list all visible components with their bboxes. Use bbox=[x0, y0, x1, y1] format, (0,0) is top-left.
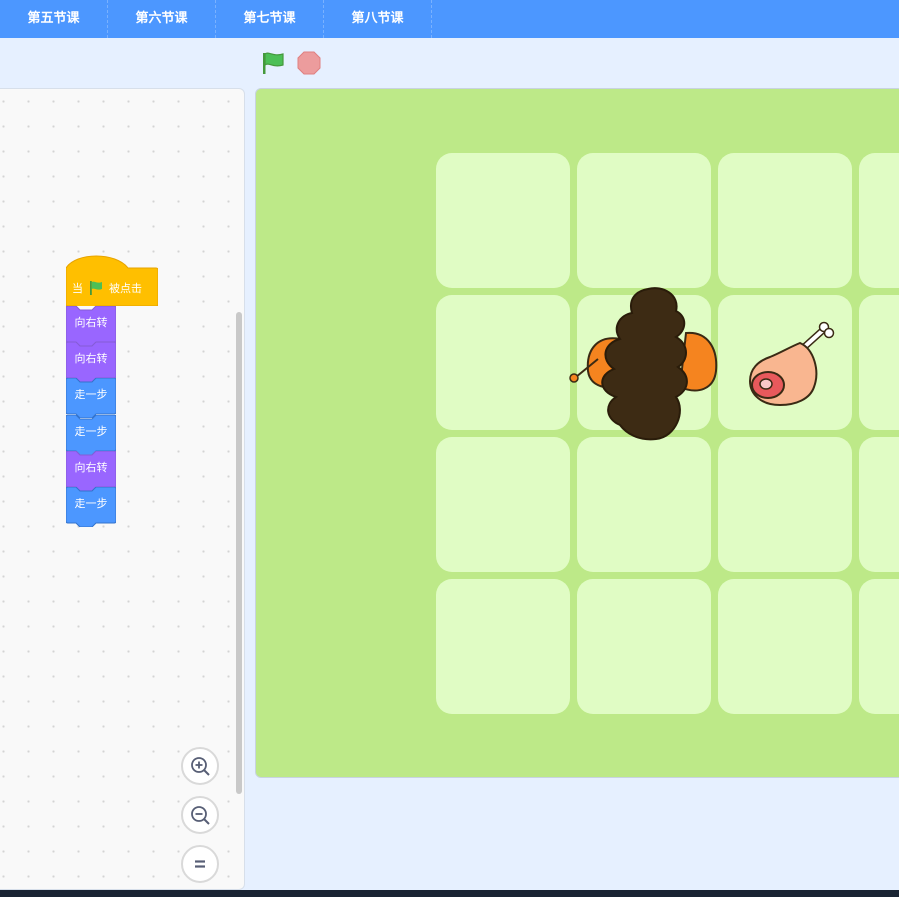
turn-right-block[interactable]: 向右转 bbox=[66, 342, 116, 382]
green-flag-icon bbox=[263, 52, 284, 74]
grid-tile bbox=[718, 437, 852, 572]
tab-lesson-5[interactable]: 第五节课 bbox=[0, 0, 108, 38]
zoom-reset-button[interactable] bbox=[181, 845, 219, 883]
block-label: 向右转 bbox=[74, 461, 108, 474]
block-label: 向右转 bbox=[74, 352, 108, 365]
turn-right-block[interactable]: 向右转 bbox=[66, 306, 116, 346]
grid-tile bbox=[718, 579, 852, 714]
grid-tile bbox=[577, 153, 711, 288]
workspace-scrollbar[interactable] bbox=[236, 312, 242, 794]
move-one-step-block[interactable]: 走一步 bbox=[66, 378, 116, 418]
grid-tile bbox=[859, 579, 899, 714]
lesson-tab-bar: 第五节课 第六节课 第七节课 第八节课 bbox=[0, 0, 899, 38]
tab-lesson-7[interactable]: 第七节课 bbox=[216, 0, 324, 38]
grid-tile bbox=[859, 153, 899, 288]
grid-tile bbox=[577, 437, 711, 572]
block-label: 向右转 bbox=[74, 316, 108, 329]
stop-icon bbox=[297, 51, 321, 75]
block-label: 走一步 bbox=[74, 388, 108, 401]
grid-tile bbox=[718, 153, 852, 288]
zoom-in-icon bbox=[191, 757, 210, 776]
grid-tile bbox=[436, 579, 570, 714]
block-label: 走一步 bbox=[74, 497, 108, 510]
grid-tile bbox=[577, 579, 711, 714]
green-flag-button[interactable] bbox=[259, 50, 287, 76]
control-bar bbox=[0, 38, 899, 88]
grid-tile bbox=[859, 295, 899, 430]
stage[interactable] bbox=[255, 88, 899, 778]
grid-tile bbox=[436, 295, 570, 430]
stop-button[interactable] bbox=[297, 51, 321, 75]
zoom-out-button[interactable] bbox=[181, 796, 219, 834]
hat-prefix-text: 当 bbox=[72, 282, 83, 295]
zoom-reset-icon bbox=[195, 860, 205, 868]
taskbar-edge bbox=[0, 890, 899, 897]
when-flag-clicked-block[interactable]: 当 被点击 bbox=[66, 254, 158, 306]
zoom-out-icon bbox=[191, 806, 210, 825]
block-label: 走一步 bbox=[74, 425, 108, 438]
hat-suffix-text: 被点击 bbox=[109, 282, 142, 295]
move-one-step-block[interactable]: 走一步 bbox=[66, 487, 116, 527]
tab-lesson-8[interactable]: 第八节课 bbox=[324, 0, 432, 38]
grid-tile bbox=[859, 437, 899, 572]
tab-lesson-6[interactable]: 第六节课 bbox=[108, 0, 216, 38]
meat-icon[interactable] bbox=[744, 319, 836, 411]
grid-tile bbox=[436, 437, 570, 572]
move-one-step-block[interactable]: 走一步 bbox=[66, 415, 116, 455]
turn-right-block[interactable]: 向右转 bbox=[66, 451, 116, 491]
turkey-icon[interactable] bbox=[568, 287, 718, 441]
zoom-in-button[interactable] bbox=[181, 747, 219, 785]
grid-tile bbox=[436, 153, 570, 288]
green-flag-icon bbox=[90, 281, 102, 295]
